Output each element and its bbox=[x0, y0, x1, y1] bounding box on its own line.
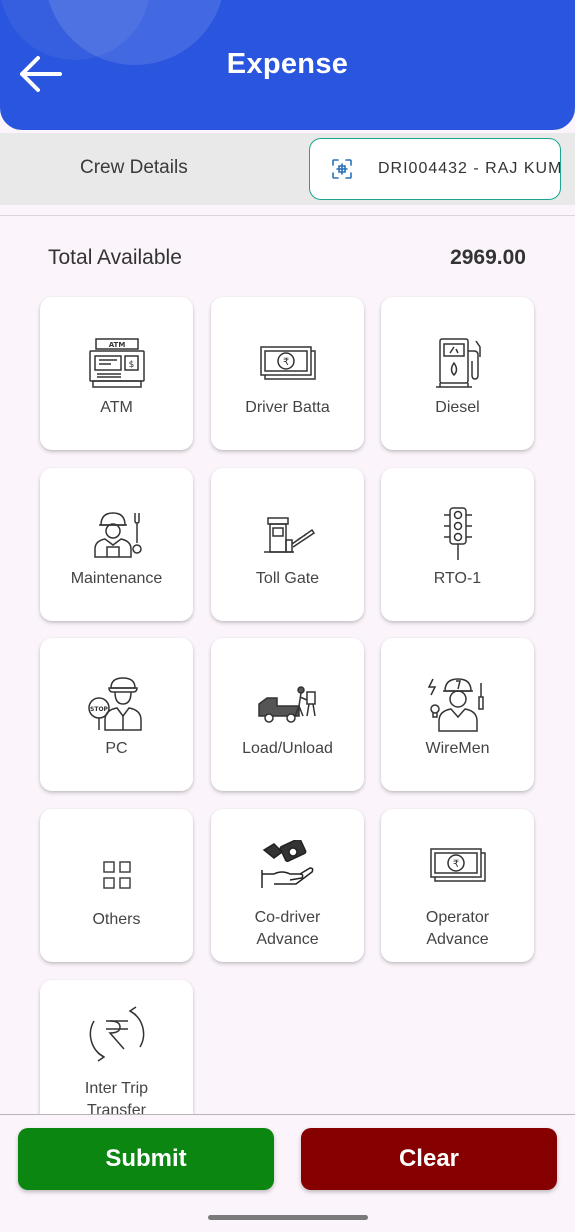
tile-label: Toll Gate bbox=[255, 570, 320, 587]
atm-icon: ATM $ bbox=[88, 338, 145, 388]
tile-inter-trip-transfer[interactable]: Inter Trip Transfer bbox=[40, 980, 193, 1119]
tile-label: ATM bbox=[100, 399, 133, 416]
tile-label-line: Inter Trip bbox=[84, 1080, 149, 1097]
traffic-light-icon bbox=[443, 507, 472, 560]
tile-label: Maintenance bbox=[70, 570, 163, 587]
divider bbox=[0, 215, 575, 216]
tile-label-line: Advance bbox=[256, 931, 319, 948]
tile-label: Diesel bbox=[435, 399, 480, 416]
tile-label-line: Advance bbox=[426, 931, 489, 948]
crew-details-bar: Crew Details DRI004432 - RAJ KUMAR bbox=[0, 133, 575, 205]
tile-pc[interactable]: STOP PC bbox=[40, 638, 193, 791]
tile-label-line: Co-driver bbox=[254, 909, 321, 926]
crew-value: DRI004432 - RAJ KUMAR bbox=[378, 160, 561, 177]
hand-money-icon bbox=[260, 840, 313, 888]
tile-label: Operator Advance bbox=[385, 907, 530, 951]
tile-maintenance[interactable]: Maintenance bbox=[40, 468, 193, 621]
police-stop-icon: STOP bbox=[87, 677, 142, 731]
tile-label-line: Operator bbox=[425, 909, 490, 926]
rupee-transfer-icon bbox=[89, 1006, 144, 1062]
tile-others[interactable]: Others bbox=[40, 809, 193, 962]
cash-note-icon: ₹ bbox=[429, 848, 486, 882]
mechanic-icon bbox=[93, 512, 142, 558]
crew-selector[interactable]: DRI004432 - RAJ KUMAR bbox=[309, 138, 561, 200]
clear-button[interactable]: Clear bbox=[301, 1128, 557, 1190]
tile-label: WireMen bbox=[425, 740, 490, 757]
tile-driver-batta[interactable]: ₹ Driver Batta bbox=[211, 297, 364, 450]
toll-gate-icon bbox=[263, 517, 315, 553]
tile-label: Others bbox=[92, 911, 141, 928]
app-header: Expense bbox=[0, 0, 575, 130]
svg-text:ATM: ATM bbox=[108, 341, 125, 349]
fuel-pump-icon bbox=[435, 338, 481, 388]
svg-text:$: $ bbox=[128, 360, 134, 370]
tile-operator-advance[interactable]: ₹ Operator Advance bbox=[381, 809, 534, 962]
total-available-label: Total Available bbox=[48, 246, 182, 269]
electrician-icon bbox=[427, 678, 484, 732]
tile-label: Co-driver Advance bbox=[215, 907, 360, 951]
total-available-value: 2969.00 bbox=[450, 246, 526, 269]
scan-icon bbox=[332, 159, 352, 179]
submit-button[interactable]: Submit bbox=[18, 1128, 274, 1190]
tile-load-unload[interactable]: Load/Unload bbox=[211, 638, 364, 791]
tile-wiremen[interactable]: WireMen bbox=[381, 638, 534, 791]
tile-label: RTO-1 bbox=[433, 570, 482, 587]
tile-rto-1[interactable]: RTO-1 bbox=[381, 468, 534, 621]
tile-diesel[interactable]: Diesel bbox=[381, 297, 534, 450]
page-title: Expense bbox=[226, 48, 349, 80]
crew-details-label: Crew Details bbox=[80, 157, 188, 178]
cash-note-icon: ₹ bbox=[259, 346, 316, 380]
svg-text:STOP: STOP bbox=[90, 706, 109, 713]
tile-co-driver-advance[interactable]: Co-driver Advance bbox=[211, 809, 364, 962]
svg-text:₹: ₹ bbox=[452, 859, 458, 870]
tile-label: PC bbox=[105, 740, 128, 757]
home-indicator[interactable] bbox=[208, 1215, 368, 1220]
tile-label: Load/Unload bbox=[242, 740, 333, 757]
tile-atm[interactable]: ATM $ ATM bbox=[40, 297, 193, 450]
loading-truck-icon bbox=[257, 686, 316, 723]
tile-label: Driver Batta bbox=[245, 399, 330, 416]
grid-icon bbox=[102, 861, 131, 889]
svg-text:₹: ₹ bbox=[282, 357, 288, 368]
tile-toll-gate[interactable]: Toll Gate bbox=[211, 468, 364, 621]
